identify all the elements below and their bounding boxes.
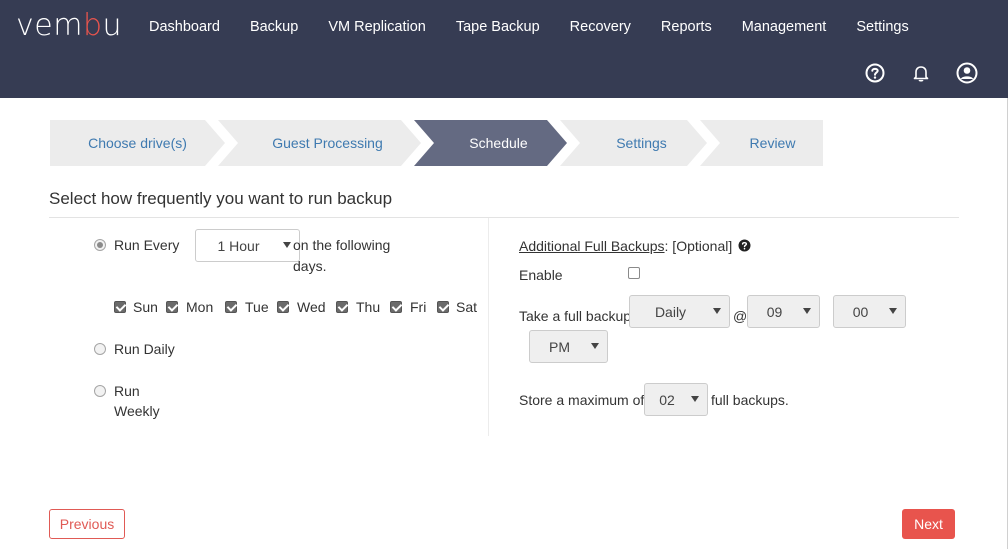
store-maximum-label: Store a maximum of bbox=[519, 392, 645, 408]
nav-management[interactable]: Management bbox=[727, 16, 842, 38]
day-label-fri: Fri bbox=[410, 299, 427, 315]
day-label-mon: Mon bbox=[186, 299, 214, 315]
run-weekly-label-line2: Weekly bbox=[114, 403, 160, 419]
nav-vm-replication[interactable]: VM Replication bbox=[313, 16, 441, 38]
column-divider bbox=[488, 218, 489, 436]
interval-select[interactable]: 1 Hour bbox=[195, 229, 300, 262]
step-schedule[interactable]: Schedule bbox=[414, 120, 567, 166]
main-nav: Dashboard Backup VM Replication Tape Bac… bbox=[134, 16, 924, 38]
run-daily-label: Run Daily bbox=[114, 341, 175, 357]
help-icon[interactable] bbox=[864, 62, 886, 84]
chevron-down-icon bbox=[889, 308, 897, 314]
nav-tape-backup[interactable]: Tape Backup bbox=[441, 16, 555, 38]
run-daily-radio[interactable] bbox=[94, 343, 106, 355]
step-choose-drives[interactable]: Choose drive(s) bbox=[50, 120, 225, 166]
max-backups-select[interactable]: 02 bbox=[644, 383, 708, 416]
day-checkbox-tue[interactable] bbox=[225, 301, 237, 313]
nav-settings[interactable]: Settings bbox=[841, 16, 923, 38]
chevron-down-icon bbox=[713, 308, 721, 314]
enable-checkbox[interactable] bbox=[628, 267, 640, 279]
frequency-select[interactable]: Daily bbox=[629, 295, 730, 328]
run-weekly-label-line1: Run bbox=[114, 383, 140, 399]
run-every-radio[interactable] bbox=[94, 239, 106, 251]
hour-select[interactable]: 09 bbox=[747, 295, 820, 328]
header-icons bbox=[864, 62, 978, 84]
section-divider bbox=[49, 217, 959, 218]
wizard-steps: Choose drive(s) Guest Processing Schedul… bbox=[50, 120, 823, 166]
step-settings[interactable]: Settings bbox=[560, 120, 707, 166]
nav-reports[interactable]: Reports bbox=[646, 16, 727, 38]
step-guest-processing[interactable]: Guest Processing bbox=[218, 120, 421, 166]
nav-dashboard[interactable]: Dashboard bbox=[134, 16, 235, 38]
top-navigation-bar: vembu Dashboard Backup VM Replication Ta… bbox=[0, 0, 1008, 98]
page-title: Select how frequently you want to run ba… bbox=[49, 189, 393, 208]
day-checkbox-thu[interactable] bbox=[336, 301, 348, 313]
day-checkbox-mon[interactable] bbox=[166, 301, 178, 313]
chevron-down-icon bbox=[803, 308, 811, 314]
day-checkbox-fri[interactable] bbox=[390, 301, 402, 313]
full-backups-suffix-label: full backups. bbox=[711, 392, 789, 408]
day-label-sat: Sat bbox=[456, 299, 478, 315]
ampm-select[interactable]: PM bbox=[529, 330, 608, 363]
chevron-down-icon bbox=[591, 343, 599, 349]
info-icon[interactable] bbox=[738, 239, 751, 252]
previous-button[interactable]: Previous bbox=[49, 509, 125, 539]
bell-icon[interactable] bbox=[910, 62, 932, 84]
minute-select[interactable]: 00 bbox=[833, 295, 906, 328]
next-button[interactable]: Next bbox=[902, 509, 955, 539]
nav-recovery[interactable]: Recovery bbox=[555, 16, 646, 38]
day-label-thu: Thu bbox=[356, 299, 381, 315]
day-label-wed: Wed bbox=[297, 299, 326, 315]
at-symbol: @ bbox=[733, 308, 748, 324]
step-review[interactable]: Review bbox=[700, 120, 823, 166]
additional-full-backups-heading: Additional Full Backups: [Optional] bbox=[519, 238, 751, 254]
run-every-label: Run Every bbox=[114, 237, 180, 253]
day-checkbox-sun[interactable] bbox=[114, 301, 126, 313]
nav-backup[interactable]: Backup bbox=[235, 16, 313, 38]
vembu-logo[interactable]: vembu bbox=[16, 8, 122, 43]
run-weekly-radio[interactable] bbox=[94, 385, 106, 397]
day-label-sun: Sun bbox=[133, 299, 158, 315]
chevron-down-icon bbox=[691, 396, 699, 402]
user-icon[interactable] bbox=[956, 62, 978, 84]
day-checkbox-sat[interactable] bbox=[437, 301, 449, 313]
chevron-down-icon bbox=[283, 242, 291, 248]
enable-label: Enable bbox=[519, 267, 563, 283]
day-label-tue: Tue bbox=[245, 299, 269, 315]
take-full-backup-label: Take a full backup bbox=[519, 308, 632, 324]
following-days-label-line1: on the following bbox=[293, 237, 391, 253]
day-checkbox-wed[interactable] bbox=[277, 301, 289, 313]
following-days-label-line2: days. bbox=[293, 258, 327, 274]
